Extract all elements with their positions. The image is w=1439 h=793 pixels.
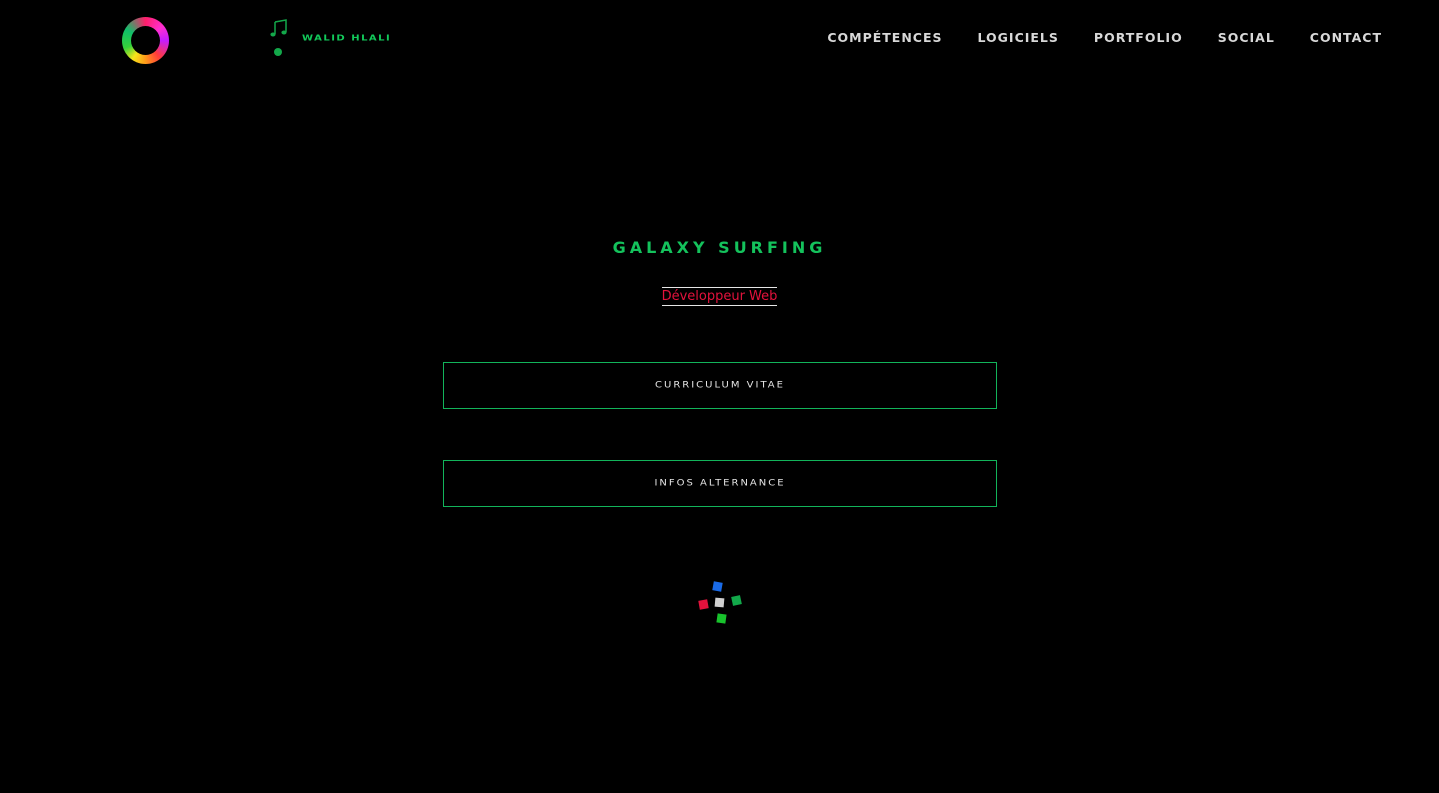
spinning-squares-loader-icon bbox=[696, 580, 746, 628]
nav-item-competences[interactable]: COMPÉTENCES bbox=[827, 30, 942, 45]
loader-square-green-bottom bbox=[716, 613, 727, 624]
loader-square-green-right bbox=[731, 595, 742, 606]
subtitle-wrap: Développeur Web bbox=[0, 285, 1439, 306]
nav-item-contact[interactable]: CONTACT bbox=[1310, 30, 1382, 45]
page: Walid Hlali COMPÉTENCES LOGICIELS PORTFO… bbox=[0, 0, 1439, 793]
brand-name[interactable]: Walid Hlali bbox=[302, 34, 391, 43]
nav-item-portfolio[interactable]: PORTFOLIO bbox=[1094, 30, 1183, 45]
loader-square-red bbox=[698, 599, 709, 610]
subtitle-link[interactable]: Développeur Web bbox=[661, 287, 778, 306]
loader-square-grey bbox=[714, 597, 725, 608]
alternance-button-label: Infos Alternance bbox=[654, 478, 786, 489]
music-note-icon[interactable] bbox=[269, 18, 289, 40]
alternance-button[interactable]: Infos Alternance bbox=[443, 460, 997, 507]
cv-button[interactable]: Curriculum Vitae bbox=[443, 362, 997, 409]
hero-title: Galaxy Surfing bbox=[612, 238, 827, 257]
music-toggle-dot[interactable] bbox=[274, 48, 282, 56]
main-nav: COMPÉTENCES LOGICIELS PORTFOLIO SOCIAL C… bbox=[792, 30, 1382, 45]
logo-ring-icon[interactable] bbox=[122, 17, 169, 64]
cv-button-label: Curriculum Vitae bbox=[655, 380, 785, 391]
loader-square-blue bbox=[712, 581, 723, 592]
nav-item-social[interactable]: SOCIAL bbox=[1218, 30, 1275, 45]
nav-item-logiciels[interactable]: LOGICIELS bbox=[978, 30, 1059, 45]
